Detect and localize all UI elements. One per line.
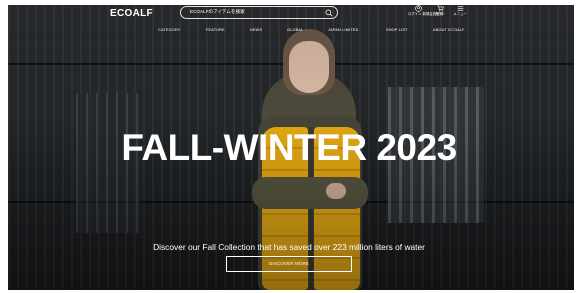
search-input[interactable]: ECOALFのアイテムを検索 bbox=[180, 6, 338, 19]
nav-item-category[interactable]: CATEGORY bbox=[158, 28, 181, 32]
nav-item-japan-limited[interactable]: JAPAN LIMITED bbox=[328, 28, 359, 32]
hero-headline: FALL-WINTER 2023 bbox=[121, 127, 457, 168]
login-button[interactable]: ログイン 新規会員登録 bbox=[408, 5, 443, 17]
nav-item-about[interactable]: ABOUT ECOALF bbox=[433, 28, 465, 32]
menu-label: メニュー bbox=[453, 12, 467, 16]
user-icon bbox=[414, 5, 422, 12]
discover-more-button[interactable]: DISCOVER MORE bbox=[226, 256, 352, 272]
cart-label: カート bbox=[434, 12, 446, 16]
cart-icon bbox=[436, 5, 444, 12]
search-placeholder: ECOALFのアイテムを検索 bbox=[190, 9, 245, 14]
nav-item-shop-list[interactable]: SHOP LIST bbox=[386, 28, 408, 32]
hero-subtitle: Discover our Fall Collection that has sa… bbox=[153, 242, 425, 252]
menu-icon bbox=[457, 6, 463, 11]
login-label: ログイン 新規会員登録 bbox=[408, 12, 443, 16]
cart-button[interactable]: カート bbox=[430, 5, 450, 17]
menu-button[interactable]: メニュー bbox=[450, 5, 470, 17]
nav-item-news[interactable]: NEWS bbox=[250, 28, 262, 32]
nav-item-feature[interactable]: FEATURE bbox=[206, 28, 225, 32]
page-frame: ECOALF ECOALFのアイテムを検索 ログイン 新規会員登録 カート メニ… bbox=[0, 0, 578, 293]
search-icon[interactable] bbox=[325, 9, 333, 17]
nav-item-global[interactable]: GLOBAL bbox=[287, 28, 303, 32]
site-logo[interactable]: ECOALF bbox=[110, 8, 153, 19]
